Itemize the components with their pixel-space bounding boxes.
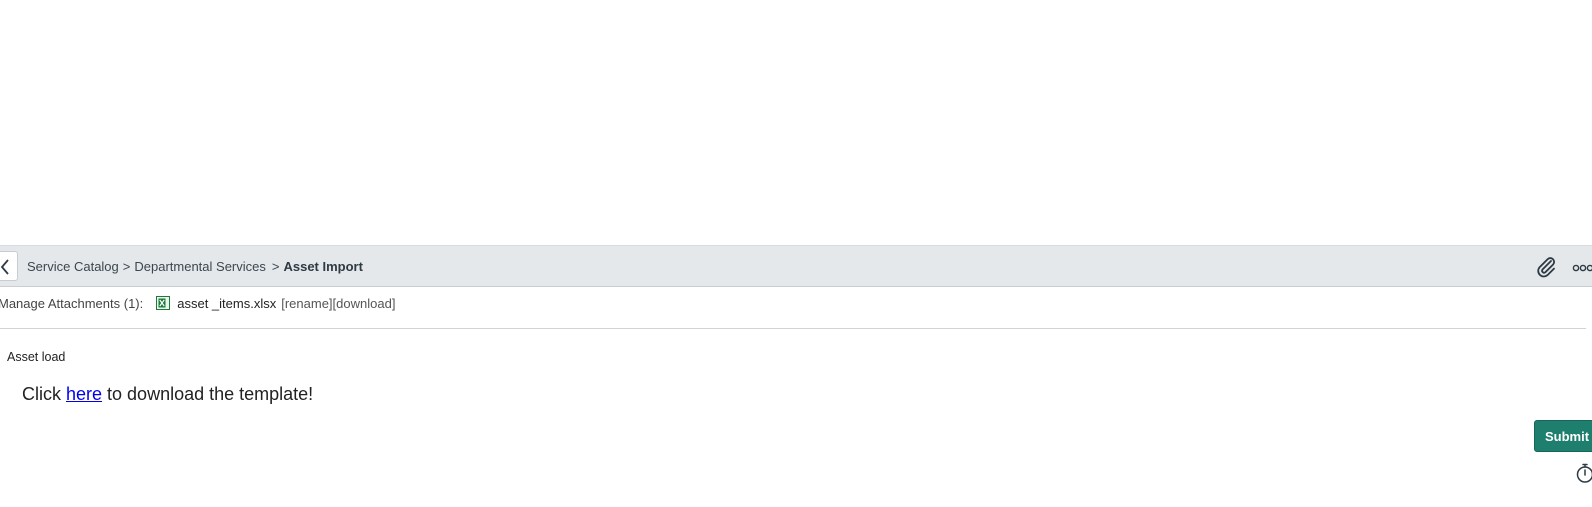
breadcrumb-separator: > <box>122 259 131 274</box>
attachment-button[interactable] <box>1534 255 1558 279</box>
paperclip-icon <box>1537 257 1556 278</box>
breadcrumb-service-catalog[interactable]: Service Catalog <box>27 259 119 274</box>
more-options-button[interactable] <box>1572 258 1592 278</box>
submit-button[interactable]: Submit <box>1534 420 1592 452</box>
header-bar: Service Catalog > Departmental Services … <box>0 245 1592 287</box>
stopwatch-icon <box>1576 463 1592 483</box>
more-icon <box>1572 264 1592 272</box>
attachment-file-link[interactable]: asset _items.xlsx <box>177 296 276 311</box>
excel-file-icon <box>156 296 171 310</box>
manage-attachments-row: Manage Attachments (1): asset _items.xls… <box>0 292 395 314</box>
chevron-left-icon <box>0 259 9 275</box>
rename-link[interactable]: [rename] <box>281 296 332 311</box>
help-text-suffix: to download the template! <box>102 384 314 404</box>
template-help-text: Click here to download the template! <box>22 384 313 405</box>
breadcrumb: Service Catalog > Departmental Services … <box>27 259 363 274</box>
download-link[interactable]: [download] <box>333 296 396 311</box>
breadcrumb-current-asset-import: Asset Import <box>283 259 363 274</box>
breadcrumb-departmental-services[interactable]: Departmental Services <box>134 259 266 274</box>
timer-button[interactable] <box>1574 462 1592 484</box>
back-button[interactable] <box>0 251 18 281</box>
empty-canvas <box>0 0 1592 245</box>
breadcrumb-separator: > <box>271 259 280 274</box>
divider <box>0 328 1586 329</box>
manage-attachments-label: Manage Attachments (1): <box>0 295 144 311</box>
section-label-asset-load: Asset load <box>7 350 66 364</box>
download-template-link[interactable]: here <box>66 384 102 404</box>
help-text-prefix: Click <box>22 384 66 404</box>
